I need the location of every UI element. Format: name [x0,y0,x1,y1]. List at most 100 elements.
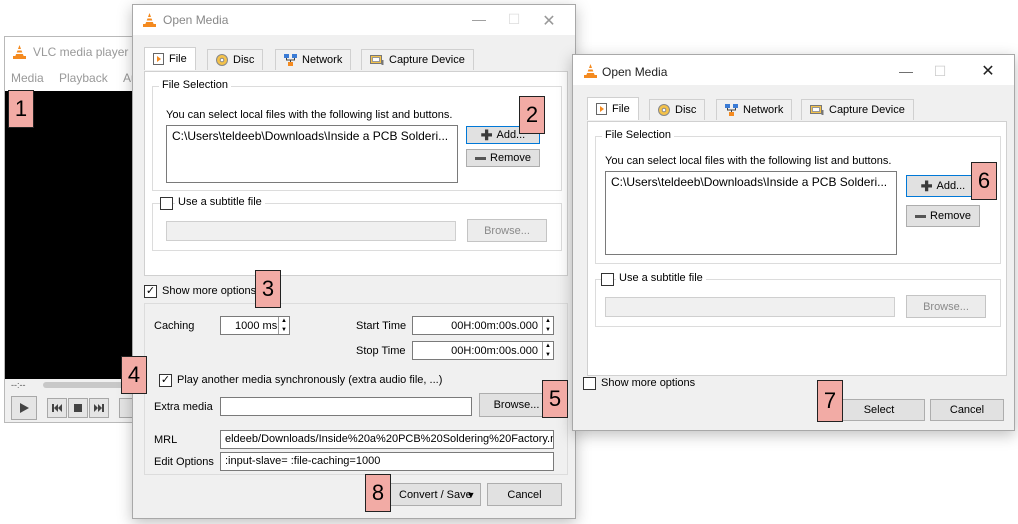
spin-arrows-icon[interactable]: ▲ ▼ [278,317,289,334]
mrl-field[interactable]: eldeeb/Downloads/Inside%20a%20PCB%20Sold… [220,430,554,449]
dialog-title: Open Media [602,65,668,79]
show-more-options-checkbox[interactable] [583,377,596,390]
step-marker-2: 2 [519,96,545,134]
close-button[interactable]: ✕ [973,61,1003,81]
tab-disc-label: Disc [675,104,697,116]
subtitle-browse-button: Browse... [906,295,986,318]
file-icon [596,103,607,115]
stop-button[interactable] [68,398,88,418]
add-button-label: Add... [936,180,966,192]
step-marker-5: 5 [542,380,568,418]
disc-icon [658,104,670,116]
caching-label: Caching [154,320,195,332]
dialog-title: Open Media [163,13,229,27]
tab-bar: File Disc Network Capture Device [587,97,1007,123]
extra-media-browse-label: Browse... [493,399,540,411]
file-selection-legend: File Selection [602,129,675,141]
add-button[interactable]: ✚ Add... [906,175,980,197]
file-tab-panel: File Selection You can select local file… [144,71,568,276]
network-icon [725,104,738,116]
stop-time-value: 00H:00m:00s.000 [451,344,538,357]
cancel-button[interactable]: Cancel [487,483,562,506]
cancel-button-label: Cancel [507,488,542,501]
tab-disc[interactable]: Disc [207,49,264,70]
disc-icon [216,54,228,66]
maximize-button[interactable]: ☐ [499,11,529,28]
subtitle-checkbox-label: Use a subtitle file [616,272,706,284]
dialog-titlebar: Open Media — ☐ ✕ [573,55,1014,85]
play-button[interactable] [11,396,37,420]
plus-icon: ✚ [480,126,493,143]
start-time-label: Start Time [356,320,407,332]
remove-button[interactable]: Remove [906,205,980,227]
checkmark-icon: ✓ [145,285,156,297]
tab-capture-device-label: Capture Device [829,104,905,116]
edit-options-value: :input-slave= :file-caching=1000 [225,455,381,467]
minimize-button[interactable]: — [464,11,494,27]
start-time-field[interactable]: 00H:00m:00s.000 ▲ ▼ [412,316,554,335]
tab-capture-device[interactable]: Capture Device [801,99,914,120]
file-selection-legend: File Selection [159,79,232,91]
extra-media-field[interactable] [220,397,472,416]
list-item[interactable]: C:\Users\teldeeb\Downloads\Inside a PCB … [611,175,891,189]
close-button[interactable]: ✕ [534,11,564,31]
maximize-button[interactable]: ☐ [925,63,955,80]
plus-icon: ✚ [920,177,933,194]
subtitle-path-field [166,221,456,241]
stop-icon [74,404,82,412]
subtitle-checkbox[interactable] [601,273,614,286]
spin-arrows-icon[interactable]: ▲ ▼ [542,317,553,334]
tab-network-label: Network [302,54,343,66]
cancel-button[interactable]: Cancel [930,399,1004,421]
tab-file-label: File [169,53,187,65]
subtitle-checkbox[interactable] [160,197,173,210]
file-icon [153,53,164,65]
dropdown-arrow-icon: ▼ [466,489,476,500]
convert-save-dropdown[interactable]: ▼ [463,485,479,504]
tab-file[interactable]: File [144,47,196,70]
tab-bar: File Disc Network Capture Device [144,47,568,73]
tab-network[interactable]: Network [275,49,352,70]
capture-device-icon [810,105,824,115]
convert-save-label: Convert / Save [399,488,472,501]
show-more-options-checkbox[interactable]: ✓ [144,285,157,298]
subtitle-checkbox-label: Use a subtitle file [175,196,265,208]
tab-capture-device[interactable]: Capture Device [361,49,474,70]
edit-options-field[interactable]: :input-slave= :file-caching=1000 [220,452,554,471]
file-selection-instructions: You can select local files with the foll… [166,109,453,121]
step-marker-7: 7 [817,380,843,422]
menu-playback[interactable]: Playback [59,71,108,85]
vlc-cone-icon [584,64,597,78]
minus-icon [475,156,487,160]
step-marker-1: 1 [8,90,34,128]
subtitle-browse-label: Browse... [484,224,530,237]
select-button-label: Select [863,404,895,416]
tab-disc[interactable]: Disc [649,99,706,120]
tab-file[interactable]: File [587,97,639,120]
checkmark-icon: ✓ [160,374,171,386]
menu-media[interactable]: Media [11,71,44,85]
vlc-menubar: Media Playback Au [5,67,143,91]
step-marker-4: 4 [121,356,147,394]
remove-button[interactable]: Remove [466,149,540,167]
subtitle-group: Use a subtitle file Browse... [595,272,1001,327]
elapsed-time: --:-- [11,380,26,390]
show-more-options-label: Show more options [162,285,257,297]
vlc-window-title: VLC media player [33,45,129,59]
open-media-dialog-compact: Open Media — ☐ ✕ File Disc Network Captu… [572,54,1015,431]
minimize-button[interactable]: — [891,63,921,79]
spin-arrows-icon[interactable]: ▲ ▼ [542,342,553,359]
list-item[interactable]: C:\Users\teldeeb\Downloads\Inside a PCB … [172,129,452,143]
caching-spinbox[interactable]: 1000 ms ▲ ▼ [220,316,290,335]
stop-time-field[interactable]: 00H:00m:00s.000 ▲ ▼ [412,341,554,360]
file-listbox[interactable]: C:\Users\teldeeb\Downloads\Inside a PCB … [605,171,897,255]
remove-button-label: Remove [930,210,971,222]
file-listbox[interactable]: C:\Users\teldeeb\Downloads\Inside a PCB … [166,125,458,183]
tab-network[interactable]: Network [716,99,793,120]
play-another-media-checkbox[interactable]: ✓ [159,374,172,387]
remove-button-label: Remove [490,152,531,164]
subtitle-path-field [605,297,895,317]
next-button[interactable] [89,398,109,418]
previous-button[interactable] [47,398,67,418]
select-button[interactable]: Select [833,399,925,421]
